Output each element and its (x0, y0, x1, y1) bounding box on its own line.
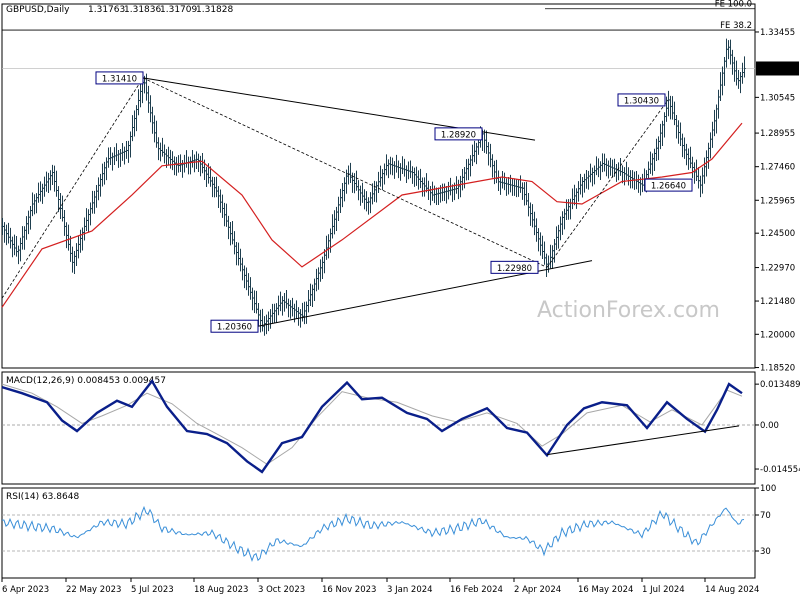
price-tick: 1.28955 (760, 129, 795, 139)
current-price-text: 1.31828 (759, 65, 794, 75)
x-tick-label: 6 Apr 2023 (2, 585, 49, 595)
rsi-title: RSI(14) 63.8648 (6, 492, 79, 502)
x-tick-label: 16 Feb 2024 (450, 585, 503, 595)
macd-tick: -0.014554 (760, 465, 800, 475)
ohlc-open: 1.31763 (88, 5, 125, 15)
x-tick-label: 2 Apr 2024 (514, 585, 561, 595)
fib-label: FE 38.2 (720, 21, 752, 31)
pivot-label: 1.31410 (102, 74, 137, 84)
x-tick-label: 1 Jul 2024 (642, 585, 685, 595)
pivot-label: 1.22980 (497, 264, 532, 274)
price-tick: 1.30545 (760, 93, 795, 103)
gbpusd-chart: 1.33455 1.30545 1.28955 1.27460 1.25965 1.245… (0, 0, 800, 600)
price-tick: 1.20000 (760, 330, 795, 340)
price-tick: 1.21480 (760, 297, 795, 307)
x-tick-label: 16 Nov 2023 (322, 585, 376, 595)
ohlc-high: 1.31836 (124, 5, 161, 15)
x-tick-label: 14 Aug 2024 (705, 585, 759, 595)
price-tick: 1.25965 (760, 196, 795, 206)
x-tick-label: 5 Jul 2023 (131, 585, 174, 595)
price-tick: 1.33455 (760, 28, 795, 38)
rsi-tick: 30 (760, 547, 771, 557)
x-tick-label: 3 Jan 2024 (387, 585, 433, 595)
pivot-label: 1.26640 (651, 182, 686, 192)
price-tick: 1.27460 (760, 163, 795, 173)
ohlc-low: 1.31709 (160, 5, 197, 15)
watermark: ActionForex.com (537, 298, 720, 323)
rsi-tick: 100 (760, 484, 776, 494)
price-tick: 1.18520 (760, 364, 795, 374)
x-tick-label: 16 May 2024 (578, 585, 633, 595)
symbol-header: GBPUSD,Daily (6, 5, 70, 15)
macd-tick: 0.00 (760, 421, 779, 431)
price-tick: 1.22970 (760, 264, 795, 274)
fib-label: FE 100.0 (715, 0, 752, 10)
pivot-label: 1.28920 (441, 130, 476, 140)
price-tick: 1.24500 (760, 229, 795, 239)
macd-title: MACD(12,26,9) 0.008453 0.009457 (6, 376, 166, 386)
x-tick-label: 22 May 2023 (66, 585, 121, 595)
x-tick-label: 18 Aug 2023 (194, 585, 248, 595)
x-tick-label: 3 Oct 2023 (258, 585, 305, 595)
macd-tick: 0.013489 (760, 380, 800, 390)
pivot-label: 1.20360 (217, 323, 252, 333)
ohlc-close: 1.31828 (196, 5, 233, 15)
rsi-tick: 70 (760, 511, 771, 521)
pivot-label: 1.30430 (624, 96, 659, 106)
